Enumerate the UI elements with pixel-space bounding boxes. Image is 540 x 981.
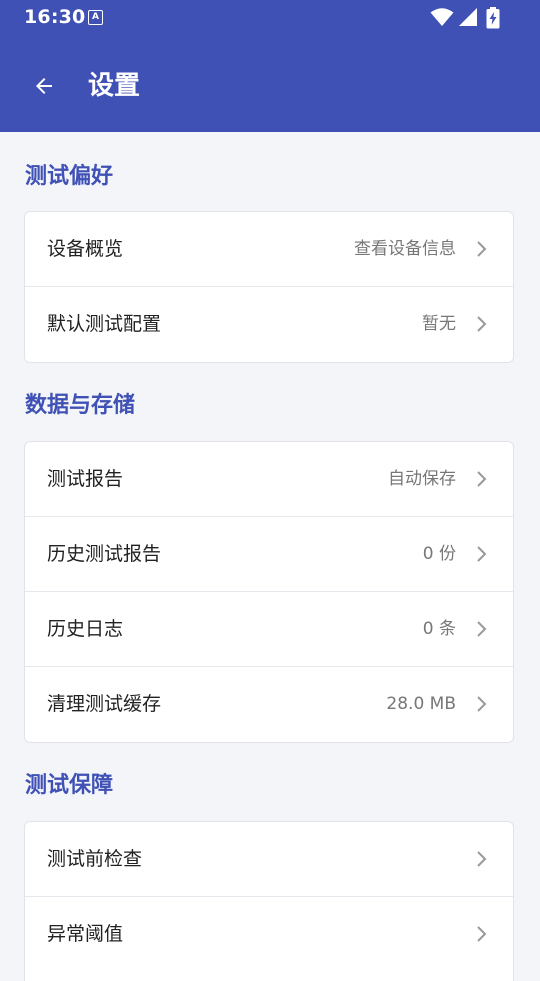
section-title-test-assurance: 测试保障 xyxy=(25,773,114,798)
status-bar: 16:30 A xyxy=(0,0,540,34)
row-value: 查看设备信息 xyxy=(354,239,456,259)
row-value: 28.0 MB xyxy=(386,694,456,714)
chevron-right-icon xyxy=(477,471,487,487)
card-test-assurance: 测试前检查 异常阈值 xyxy=(24,821,514,981)
row-value: 0 份 xyxy=(422,544,456,564)
chevron-right-icon xyxy=(477,316,487,332)
notification-badge: A xyxy=(88,10,103,25)
settings-row-anomaly-threshold[interactable]: 异常阈值 xyxy=(25,897,513,972)
status-time: 16:30 xyxy=(24,6,86,28)
page-title: 设置 xyxy=(88,71,141,101)
section-title-test-preferences: 测试偏好 xyxy=(25,164,114,189)
wifi-icon xyxy=(430,8,454,26)
row-label: 测试报告 xyxy=(47,468,124,490)
row-label: 历史测试报告 xyxy=(47,543,162,565)
chevron-right-icon xyxy=(477,851,487,867)
row-value: 0 条 xyxy=(422,619,456,639)
arrow-left-icon xyxy=(36,78,52,94)
toolbar: 设置 xyxy=(0,56,540,116)
settings-row-pre-test-check[interactable]: 测试前检查 xyxy=(25,822,513,897)
row-label: 清理测试缓存 xyxy=(47,693,162,715)
settings-row-test-report[interactable]: 测试报告 自动保存 xyxy=(25,442,513,517)
settings-row-history-reports[interactable]: 历史测试报告 0 份 xyxy=(25,517,513,592)
row-value: 暂无 xyxy=(422,314,456,334)
row-label: 历史日志 xyxy=(47,618,124,640)
row-value: 自动保存 xyxy=(388,469,456,489)
row-label: 默认测试配置 xyxy=(47,313,162,335)
settings-row-default-config[interactable]: 默认测试配置 暂无 xyxy=(25,287,513,362)
app-bar: 16:30 A 设置 xyxy=(0,0,540,132)
row-label: 测试前检查 xyxy=(47,848,143,870)
row-label: 异常阈值 xyxy=(47,923,124,945)
card-test-preferences: 设备概览 查看设备信息 默认测试配置 暂无 xyxy=(24,211,514,363)
back-button[interactable] xyxy=(20,62,68,110)
signal-icon xyxy=(459,8,477,26)
chevron-right-icon xyxy=(477,696,487,712)
settings-row-clear-cache[interactable]: 清理测试缓存 28.0 MB xyxy=(25,667,513,742)
chevron-right-icon xyxy=(477,621,487,637)
settings-row-device-overview[interactable]: 设备概览 查看设备信息 xyxy=(25,212,513,287)
chevron-right-icon xyxy=(477,926,487,942)
settings-row-history-logs[interactable]: 历史日志 0 条 xyxy=(25,592,513,667)
battery-charging-icon xyxy=(486,7,500,29)
section-title-data-storage: 数据与存储 xyxy=(25,393,136,418)
row-label: 设备概览 xyxy=(47,238,124,260)
chevron-right-icon xyxy=(477,241,487,257)
chevron-right-icon xyxy=(477,546,487,562)
card-data-storage: 测试报告 自动保存 历史测试报告 0 份 历史日志 0 条 清理测试缓存 28.… xyxy=(24,441,514,743)
